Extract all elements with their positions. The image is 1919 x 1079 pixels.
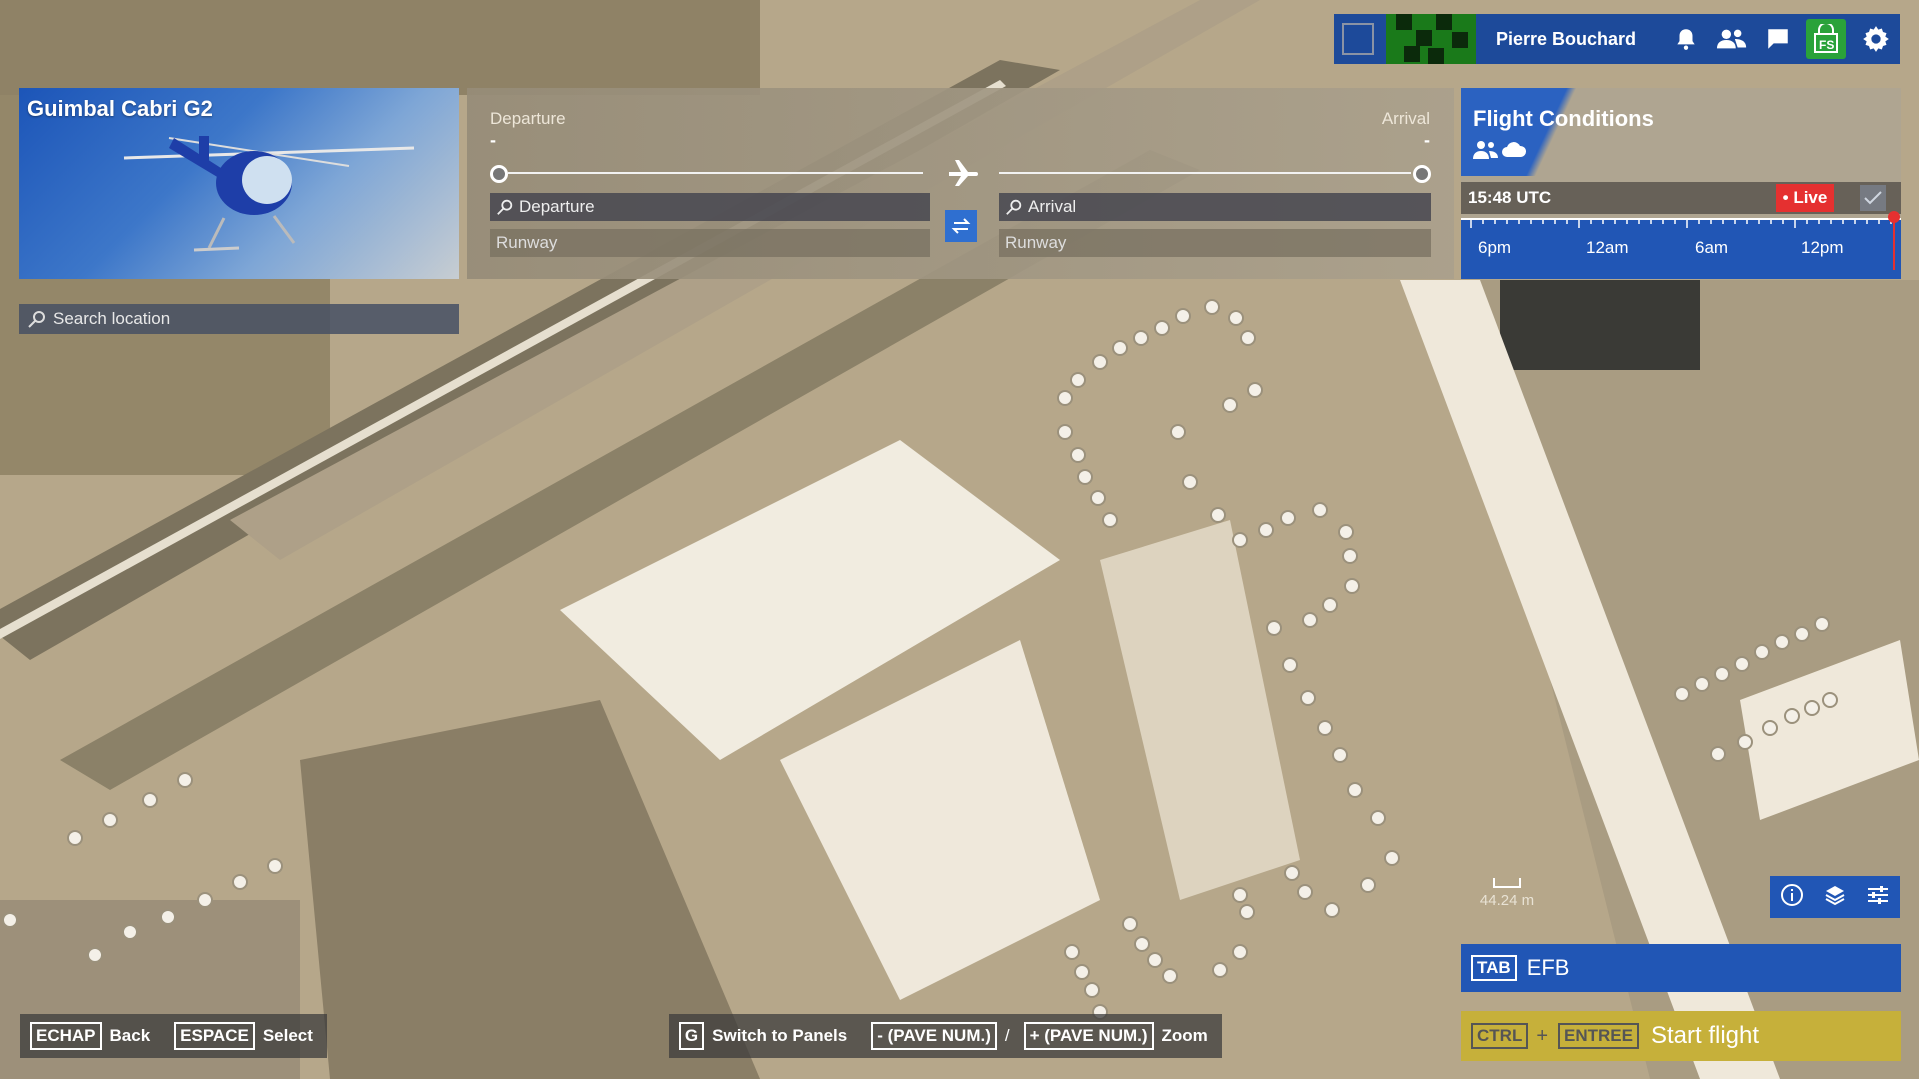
username[interactable]: Pierre Bouchard bbox=[1496, 29, 1656, 50]
utc-time: 15:48 UTC bbox=[1468, 188, 1552, 207]
departure-route-line bbox=[508, 172, 923, 174]
switch-panels-hint[interactable]: G Switch to Panels - (PAVE NUM.) / + (PA… bbox=[668, 1014, 1222, 1058]
gear-icon[interactable] bbox=[1860, 23, 1892, 55]
filters-icon[interactable] bbox=[1866, 883, 1890, 912]
time-readout: 15:48 UTC bbox=[1461, 182, 1901, 214]
search-icon bbox=[1006, 199, 1022, 215]
live-button[interactable]: • Live bbox=[1776, 184, 1834, 212]
zoom-out-key: - (PAVE NUM.) bbox=[871, 1022, 997, 1050]
top-bar: Pierre Bouchard FS bbox=[1334, 14, 1900, 64]
scale-text: 44.24 m bbox=[1479, 892, 1535, 909]
back-hint[interactable]: ECHAP Back ESPACE Select bbox=[20, 1014, 327, 1058]
departure-marker bbox=[490, 165, 508, 183]
departure-search-placeholder: Departure bbox=[519, 197, 595, 216]
info-icon[interactable] bbox=[1780, 883, 1804, 912]
departure-search-input[interactable]: Departure bbox=[490, 193, 930, 221]
arrival-search-placeholder: Arrival bbox=[1028, 197, 1077, 216]
search-icon bbox=[497, 199, 513, 215]
time-slider[interactable]: 6pm 12am 6am 12pm bbox=[1461, 211, 1901, 279]
start-flight-button[interactable]: CTRL + ENTREE Start flight bbox=[1461, 1011, 1901, 1061]
friends-icon[interactable] bbox=[1716, 23, 1748, 55]
ctrl-key: CTRL bbox=[1471, 1023, 1529, 1049]
swap-icon bbox=[951, 218, 971, 234]
timeline-label-6pm: 6pm bbox=[1478, 238, 1512, 257]
airplane-icon bbox=[947, 158, 979, 191]
arrival-runway-select[interactable]: Runway bbox=[999, 229, 1431, 257]
zoom-in-key: + (PAVE NUM.) bbox=[1023, 1022, 1154, 1050]
switch-label: Switch to Panels bbox=[712, 1026, 848, 1045]
map-scale: 44.24 m bbox=[1472, 878, 1542, 909]
efb-button[interactable]: TAB EFB bbox=[1461, 944, 1901, 992]
departure-label: Departure bbox=[490, 109, 566, 128]
route-panel: Departure Arrival - - Departure Runway A… bbox=[467, 88, 1454, 279]
window-toggle-button[interactable] bbox=[1342, 23, 1374, 55]
arrival-search-input[interactable]: Arrival bbox=[999, 193, 1431, 221]
efb-label: EFB bbox=[1526, 955, 1570, 980]
departure-runway-label: Runway bbox=[496, 233, 558, 252]
start-flight-label: Start flight bbox=[1650, 1022, 1760, 1049]
departure-code: - bbox=[490, 130, 496, 150]
zoom-label: Zoom bbox=[1161, 1026, 1208, 1045]
map-tools bbox=[1770, 876, 1900, 918]
select-label: Select bbox=[262, 1026, 313, 1045]
arrival-runway-label: Runway bbox=[1005, 233, 1067, 252]
arrival-marker bbox=[1413, 165, 1431, 183]
fs-marketplace-icon[interactable]: FS bbox=[1806, 19, 1846, 59]
helicopter-image bbox=[123, 136, 415, 252]
search-icon bbox=[28, 311, 45, 328]
avatar[interactable] bbox=[1386, 14, 1476, 64]
flight-conditions-panel[interactable]: Flight Conditions 15:48 UTC • Live 6pm 1… bbox=[1461, 88, 1901, 279]
timeline-label-12pm: 12pm bbox=[1801, 238, 1844, 257]
back-label: Back bbox=[109, 1026, 151, 1045]
controls-hint-bar: ECHAP Back ESPACE Select G Switch to Pan… bbox=[20, 1012, 1247, 1060]
svg-text:FS: FS bbox=[1819, 38, 1834, 52]
efb-key: TAB bbox=[1471, 955, 1517, 981]
back-key: ECHAP bbox=[30, 1022, 102, 1050]
search-location-input[interactable]: Search location bbox=[19, 304, 459, 334]
switch-key: G bbox=[678, 1022, 705, 1050]
scale-bar bbox=[1493, 878, 1521, 888]
chat-icon[interactable] bbox=[1762, 23, 1794, 55]
zoom-separator: / bbox=[1004, 1026, 1010, 1045]
arrival-route-line bbox=[999, 172, 1411, 174]
timeline-label-6am: 6am bbox=[1695, 238, 1729, 257]
weather-cloud-icon bbox=[1501, 140, 1527, 163]
flight-conditions-header bbox=[1461, 88, 1901, 176]
search-location-placeholder: Search location bbox=[53, 309, 171, 328]
multiplayer-icon bbox=[1473, 140, 1499, 165]
departure-runway-select[interactable]: Runway bbox=[490, 229, 930, 257]
select-key: ESPACE bbox=[174, 1022, 255, 1050]
timeline-label-12am: 12am bbox=[1586, 238, 1629, 257]
swap-route-button[interactable] bbox=[945, 210, 977, 242]
checkmark-icon bbox=[1864, 191, 1882, 205]
flight-conditions-title: Flight Conditions bbox=[1473, 106, 1654, 131]
arrival-code: - bbox=[1424, 130, 1430, 150]
enter-key: ENTREE bbox=[1558, 1023, 1639, 1049]
live-checkbox[interactable] bbox=[1860, 185, 1886, 211]
time-slider-handle[interactable] bbox=[1887, 210, 1901, 270]
aircraft-selection-panel[interactable]: Guimbal Cabri G2 bbox=[19, 88, 459, 279]
time-slider-ticks bbox=[1461, 218, 1901, 228]
arrival-label: Arrival bbox=[1381, 109, 1430, 128]
plus-sign: + bbox=[1536, 1024, 1549, 1047]
bell-icon[interactable] bbox=[1670, 23, 1702, 55]
layers-icon[interactable] bbox=[1823, 883, 1847, 912]
